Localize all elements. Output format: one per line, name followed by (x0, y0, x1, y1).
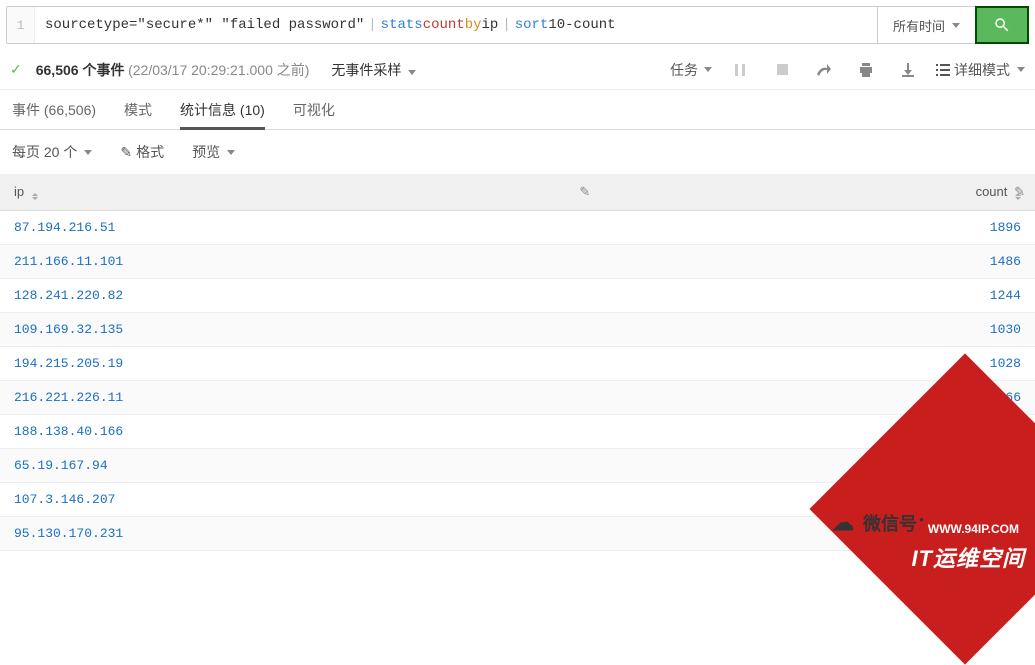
chevron-down-icon (952, 23, 960, 28)
search-mode-dropdown[interactable]: 详细模式 (936, 60, 1025, 80)
count-cell[interactable]: 594 (600, 415, 1035, 449)
ip-cell[interactable]: 87.194.216.51 (0, 211, 600, 245)
per-page-dropdown[interactable]: 每页 20 个 (12, 142, 92, 162)
query-token-pipe: | (364, 17, 380, 33)
ip-cell[interactable]: 107.3.146.207 (0, 483, 600, 517)
table-row: 194.215.205.191028 (0, 347, 1035, 381)
ip-cell[interactable]: 128.241.220.82 (0, 279, 600, 313)
export-button[interactable] (894, 56, 922, 84)
event-summary: 66,506 个事件 (22/03/17 20:29:21.000 之前) (36, 60, 310, 80)
column-header-count[interactable]: count ✎ (600, 174, 1035, 211)
stop-button (768, 56, 796, 84)
ip-cell[interactable]: 194.215.205.19 (0, 347, 600, 381)
sampling-dropdown[interactable]: 无事件采样 (331, 60, 416, 80)
count-cell[interactable]: 1030 (600, 313, 1035, 347)
tab-visualization[interactable]: 可视化 (293, 90, 335, 130)
tab-events[interactable]: 事件 (66,506) (12, 90, 96, 130)
results-table: ip ✎ count ✎ 87.194.216.511896211.166.11… (0, 174, 1035, 551)
ip-cell[interactable]: 188.138.40.166 (0, 415, 600, 449)
preview-dropdown[interactable]: 预览 (192, 142, 235, 162)
search-bar: 1 sourcetype="secure*" "failed password"… (6, 6, 1029, 44)
count-cell[interactable]: 1486 (600, 245, 1035, 279)
count-cell[interactable] (600, 517, 1035, 551)
pencil-icon[interactable]: ✎ (579, 184, 590, 200)
table-row: 95.130.170.231 (0, 517, 1035, 551)
search-icon (993, 16, 1011, 34)
query-token-ip: ip (482, 17, 499, 33)
pencil-icon: ✎ (120, 144, 132, 161)
pause-icon (734, 64, 746, 76)
ip-cell[interactable]: 65.19.167.94 (0, 449, 600, 483)
ip-cell[interactable]: 211.166.11.101 (0, 245, 600, 279)
query-token-limit: 10 (548, 17, 565, 33)
count-cell[interactable]: 1028 (600, 347, 1035, 381)
chevron-down-icon (1017, 67, 1025, 72)
count-cell[interactable] (600, 449, 1035, 483)
count-cell[interactable]: 866 (600, 381, 1035, 415)
list-icon (936, 64, 950, 76)
share-button[interactable] (810, 56, 838, 84)
format-button[interactable]: ✎ 格式 (120, 142, 164, 162)
tab-statistics[interactable]: 统计信息 (10) (180, 90, 265, 130)
print-button[interactable] (852, 56, 880, 84)
stop-icon (777, 64, 788, 75)
tab-patterns[interactable]: 模式 (124, 90, 152, 130)
search-input[interactable]: sourcetype="secure*" "failed password" |… (35, 7, 877, 43)
count-cell[interactable]: 1244 (600, 279, 1035, 313)
table-header-row: ip ✎ count ✎ (0, 174, 1035, 211)
query-token-sortfield: -count (565, 17, 615, 33)
query-token-sort: sort (515, 17, 549, 33)
search-line-number: 1 (7, 7, 35, 43)
query-token-field: sourcetype="secure*" "failed password" (45, 17, 364, 33)
chevron-down-icon (84, 150, 92, 155)
table-row: 109.169.32.1351030 (0, 313, 1035, 347)
event-time-range: (22/03/17 20:29:21.000 之前) (128, 62, 309, 78)
result-tabs: 事件 (66,506) 模式 统计信息 (10) 可视化 (0, 90, 1035, 130)
ip-cell[interactable]: 109.169.32.135 (0, 313, 600, 347)
table-row: 87.194.216.511896 (0, 211, 1035, 245)
count-cell[interactable]: 1896 (600, 211, 1035, 245)
print-icon (859, 63, 873, 77)
job-dropdown[interactable]: 任务 (670, 60, 712, 80)
results-toolbar: 每页 20 个 ✎ 格式 预览 (0, 130, 1035, 174)
table-row: 188.138.40.166594 (0, 415, 1035, 449)
pause-button (726, 56, 754, 84)
ip-cell[interactable]: 95.130.170.231 (0, 517, 600, 551)
table-row: 128.241.220.821244 (0, 279, 1035, 313)
time-range-label: 所有时间 (893, 16, 945, 35)
time-range-picker[interactable]: 所有时间 (877, 7, 975, 43)
table-row: 216.221.226.11866 (0, 381, 1035, 415)
pencil-icon[interactable]: ✎ (1014, 184, 1025, 200)
share-icon (817, 64, 831, 76)
query-token-count: count (423, 17, 465, 33)
query-token-stats: stats (381, 17, 423, 33)
job-status-bar: ✓ 66,506 个事件 (22/03/17 20:29:21.000 之前) … (0, 50, 1035, 90)
table-row: 107.3.146.207 (0, 483, 1035, 517)
check-icon: ✓ (10, 61, 22, 78)
search-button[interactable] (975, 6, 1029, 44)
count-cell[interactable] (600, 483, 1035, 517)
query-token-pipe: | (498, 17, 514, 33)
column-header-ip[interactable]: ip ✎ (0, 174, 600, 211)
table-row: 65.19.167.94 (0, 449, 1035, 483)
chevron-down-icon (227, 150, 235, 155)
ip-cell[interactable]: 216.221.226.11 (0, 381, 600, 415)
event-count: 66,506 个事件 (36, 62, 125, 78)
download-icon (902, 63, 914, 77)
table-row: 211.166.11.1011486 (0, 245, 1035, 279)
chevron-down-icon (408, 70, 416, 75)
chevron-down-icon (704, 67, 712, 72)
sort-icon (32, 193, 38, 200)
query-token-by: by (465, 17, 482, 33)
